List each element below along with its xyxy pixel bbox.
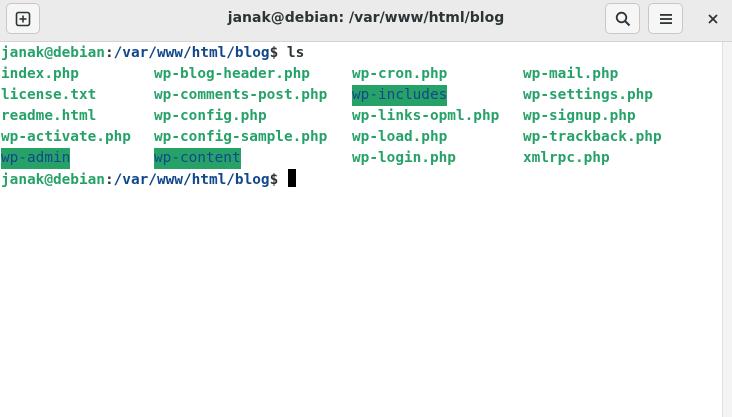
close-button[interactable] bbox=[698, 3, 728, 34]
file-entry: wp-signup.php bbox=[523, 108, 636, 124]
hamburger-menu-icon bbox=[659, 13, 672, 24]
prompt-path: /var/www/html/blog bbox=[113, 45, 270, 61]
close-icon bbox=[708, 13, 718, 24]
title-bar[interactable]: janak@debian: /var/www/html/blog bbox=[0, 0, 732, 42]
prompt-path: /var/www/html/blog bbox=[113, 172, 270, 188]
search-icon bbox=[615, 11, 630, 26]
file-entry: wp-activate.php bbox=[1, 129, 131, 145]
file-entry: wp-load.php bbox=[352, 129, 448, 145]
text-cursor bbox=[287, 169, 296, 187]
prompt-user: janak@debian bbox=[1, 45, 105, 61]
directory-entry: wp-admin bbox=[1, 148, 71, 169]
file-entry: wp-links-opml.php bbox=[352, 108, 500, 124]
new-tab-button[interactable] bbox=[6, 3, 40, 34]
prompt-line: janak@debian:/var/www/html/blog$ ls bbox=[1, 43, 304, 64]
listing-row: index.php wp-blog-header.php wp-cron.php… bbox=[1, 64, 721, 85]
file-entry: wp-comments-post.php bbox=[154, 87, 328, 103]
prompt-user: janak@debian bbox=[1, 172, 105, 188]
listing-row: wp-activate.php wp-config-sample.php wp-… bbox=[1, 127, 721, 148]
command-text: ls bbox=[286, 45, 305, 61]
listing-row: readme.html wp-config.php wp-links-opml.… bbox=[1, 106, 721, 127]
search-button[interactable] bbox=[605, 3, 640, 34]
listing-row: license.txt wp-comments-post.php wp-incl… bbox=[1, 85, 721, 106]
listing-row: wp-admin wp-content wp-login.php xmlrpc.… bbox=[1, 148, 721, 169]
file-entry: wp-blog-header.php bbox=[154, 66, 310, 82]
terminal-window: janak@debian: /var/www/html/blog janak@d… bbox=[0, 0, 732, 417]
file-entry: wp-login.php bbox=[352, 150, 456, 166]
scrollbar[interactable] bbox=[722, 42, 732, 417]
terminal-output[interactable]: janak@debian:/var/www/html/blog$ ls inde… bbox=[0, 42, 722, 417]
directory-entry: wp-includes bbox=[352, 85, 448, 106]
file-entry: index.php bbox=[1, 66, 79, 82]
directory-entry: wp-content bbox=[154, 148, 241, 169]
new-tab-plus-icon bbox=[15, 11, 31, 26]
prompt-dollar: $ bbox=[269, 45, 287, 61]
prompt-line: janak@debian:/var/www/html/blog$ bbox=[1, 169, 296, 190]
file-entry: license.txt bbox=[1, 87, 97, 103]
file-entry: wp-trackback.php bbox=[523, 129, 662, 145]
menu-button[interactable] bbox=[648, 3, 683, 34]
file-entry: wp-mail.php bbox=[523, 66, 619, 82]
prompt-dollar: $ bbox=[269, 172, 287, 188]
file-entry: readme.html bbox=[1, 108, 97, 124]
file-entry: xmlrpc.php bbox=[523, 150, 610, 166]
file-entry: wp-config-sample.php bbox=[154, 129, 328, 145]
prompt-colon: : bbox=[104, 45, 114, 61]
prompt-colon: : bbox=[104, 172, 114, 188]
file-entry: wp-settings.php bbox=[523, 87, 653, 103]
file-entry: wp-cron.php bbox=[352, 66, 448, 82]
file-entry: wp-config.php bbox=[154, 108, 267, 124]
